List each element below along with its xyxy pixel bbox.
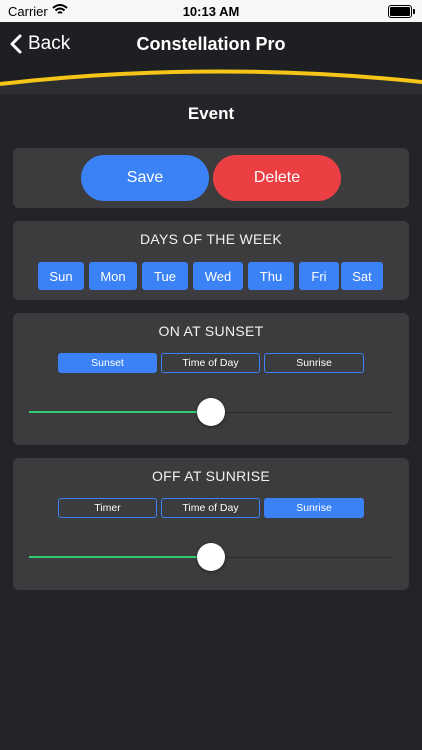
clock: 10:13 AM xyxy=(182,4,240,19)
app-title: Constellation Pro xyxy=(136,34,286,54)
day-sun[interactable]: Sun xyxy=(38,262,84,290)
swoosh-decoration xyxy=(0,69,422,94)
off-option-sunrise[interactable]: Sunrise xyxy=(264,498,364,518)
on-slider-fill xyxy=(29,411,211,413)
delete-button[interactable]: Delete xyxy=(213,155,341,201)
off-section-title: OFF AT SUNRISE xyxy=(151,468,271,484)
page-title: Event xyxy=(187,104,235,123)
days-title: DAYS OF THE WEEK xyxy=(140,231,282,247)
day-tue[interactable]: Tue xyxy=(142,262,188,290)
battery-icon xyxy=(388,5,415,18)
on-slider-thumb[interactable] xyxy=(197,398,225,426)
days-card: DAYS OF THE WEEK Sun Mon Tue Wed Thu Fri… xyxy=(13,221,409,300)
on-option-time-of-day[interactable]: Time of Day xyxy=(161,353,260,373)
navigation-bar: Back Constellation Pro xyxy=(0,22,422,94)
day-wed[interactable]: Wed xyxy=(193,262,243,290)
actions-card: Save Delete xyxy=(13,148,409,208)
day-mon[interactable]: Mon xyxy=(89,262,137,290)
status-bar: Carrier 10:13 AM xyxy=(0,0,422,22)
day-thu[interactable]: Thu xyxy=(248,262,294,290)
on-option-sunset[interactable]: Sunset xyxy=(58,353,157,373)
off-section-card: OFF AT SUNRISE Timer Time of Day Sunrise xyxy=(13,458,409,590)
on-option-sunrise[interactable]: Sunrise xyxy=(264,353,364,373)
off-slider-thumb[interactable] xyxy=(197,543,225,571)
off-option-timer[interactable]: Timer xyxy=(58,498,157,518)
on-section-title: ON AT SUNSET xyxy=(158,323,264,339)
day-sat[interactable]: Sat xyxy=(341,262,383,290)
off-slider-fill xyxy=(29,556,211,558)
off-option-time-of-day[interactable]: Time of Day xyxy=(161,498,260,518)
on-section-card: ON AT SUNSET Sunset Time of Day Sunrise xyxy=(13,313,409,445)
day-fri[interactable]: Fri xyxy=(299,262,339,290)
save-button[interactable]: Save xyxy=(81,155,209,201)
